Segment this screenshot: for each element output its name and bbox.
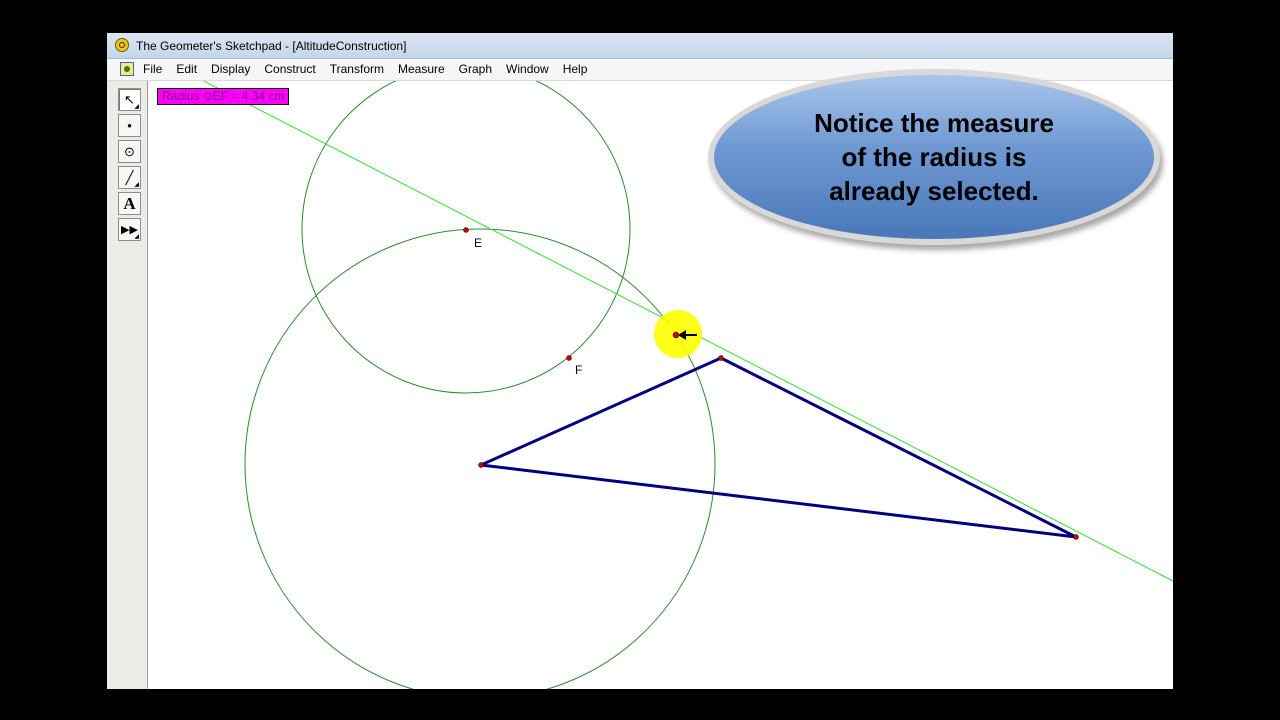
submenu-triangle-icon: ◢	[134, 182, 139, 188]
arrow-tool[interactable]: ↖ ◢	[118, 88, 141, 111]
sketchpad-window: The Geometer's Sketchpad - [AltitudeCons…	[107, 33, 1173, 689]
point-vertex-left[interactable]	[478, 462, 484, 468]
sketchpad-app-icon[interactable]	[115, 38, 129, 52]
title-bar: The Geometer's Sketchpad - [AltitudeCons…	[107, 33, 1173, 59]
point-f[interactable]	[566, 355, 572, 361]
compass-icon: ⊙	[124, 143, 135, 159]
callout-line-3: already selected.	[829, 176, 1039, 206]
custom-tool[interactable]: ▶▶ ◢	[118, 218, 141, 241]
arrow-icon: ↖	[124, 91, 135, 107]
point-label-e: E	[474, 236, 483, 250]
menu-edit[interactable]: Edit	[169, 59, 204, 80]
menu-help[interactable]: Help	[556, 59, 595, 80]
point-vertex-top[interactable]	[718, 355, 724, 361]
point-e[interactable]	[463, 227, 469, 233]
compass-tool[interactable]: ⊙	[118, 140, 141, 163]
straightedge-icon: ╱	[125, 169, 134, 185]
large-circle[interactable]	[244, 228, 716, 689]
straightedge-tool[interactable]: ╱ ◢	[118, 166, 141, 189]
menu-window[interactable]: Window	[499, 59, 556, 80]
sketch-document-icon[interactable]	[120, 62, 134, 76]
text-tool[interactable]: A	[118, 192, 141, 215]
text-icon: A	[123, 193, 136, 213]
point-icon: •	[127, 118, 132, 133]
circle-e-f[interactable]	[301, 64, 631, 394]
point-vertex-right[interactable]	[1073, 534, 1079, 540]
callout-bubble: Notice the measure of the radius is alre…	[708, 69, 1160, 245]
submenu-triangle-icon: ◢	[134, 234, 139, 240]
callout-line-1: Notice the measure	[814, 108, 1054, 138]
menu-measure[interactable]: Measure	[391, 59, 452, 80]
menu-transform[interactable]: Transform	[323, 59, 391, 80]
callout-text: Notice the measure of the radius is alre…	[708, 69, 1160, 245]
triangle[interactable]	[479, 356, 1078, 539]
menu-graph[interactable]: Graph	[452, 59, 499, 80]
menu-file[interactable]: File	[136, 59, 169, 80]
submenu-triangle-icon: ◢	[134, 104, 139, 110]
callout-line-2: of the radius is	[841, 142, 1027, 172]
toolbox: ↖ ◢ • ⊙ ╱ ◢ A ▶▶ ◢	[107, 81, 148, 689]
menu-construct[interactable]: Construct	[257, 59, 322, 80]
menu-display[interactable]: Display	[204, 59, 257, 80]
point-label-f: F	[575, 363, 583, 377]
window-title: The Geometer's Sketchpad - [AltitudeCons…	[136, 39, 407, 53]
radius-measurement[interactable]: Radius ⊙EF = 4.34 cm	[157, 88, 290, 105]
point-tool[interactable]: •	[118, 114, 141, 137]
